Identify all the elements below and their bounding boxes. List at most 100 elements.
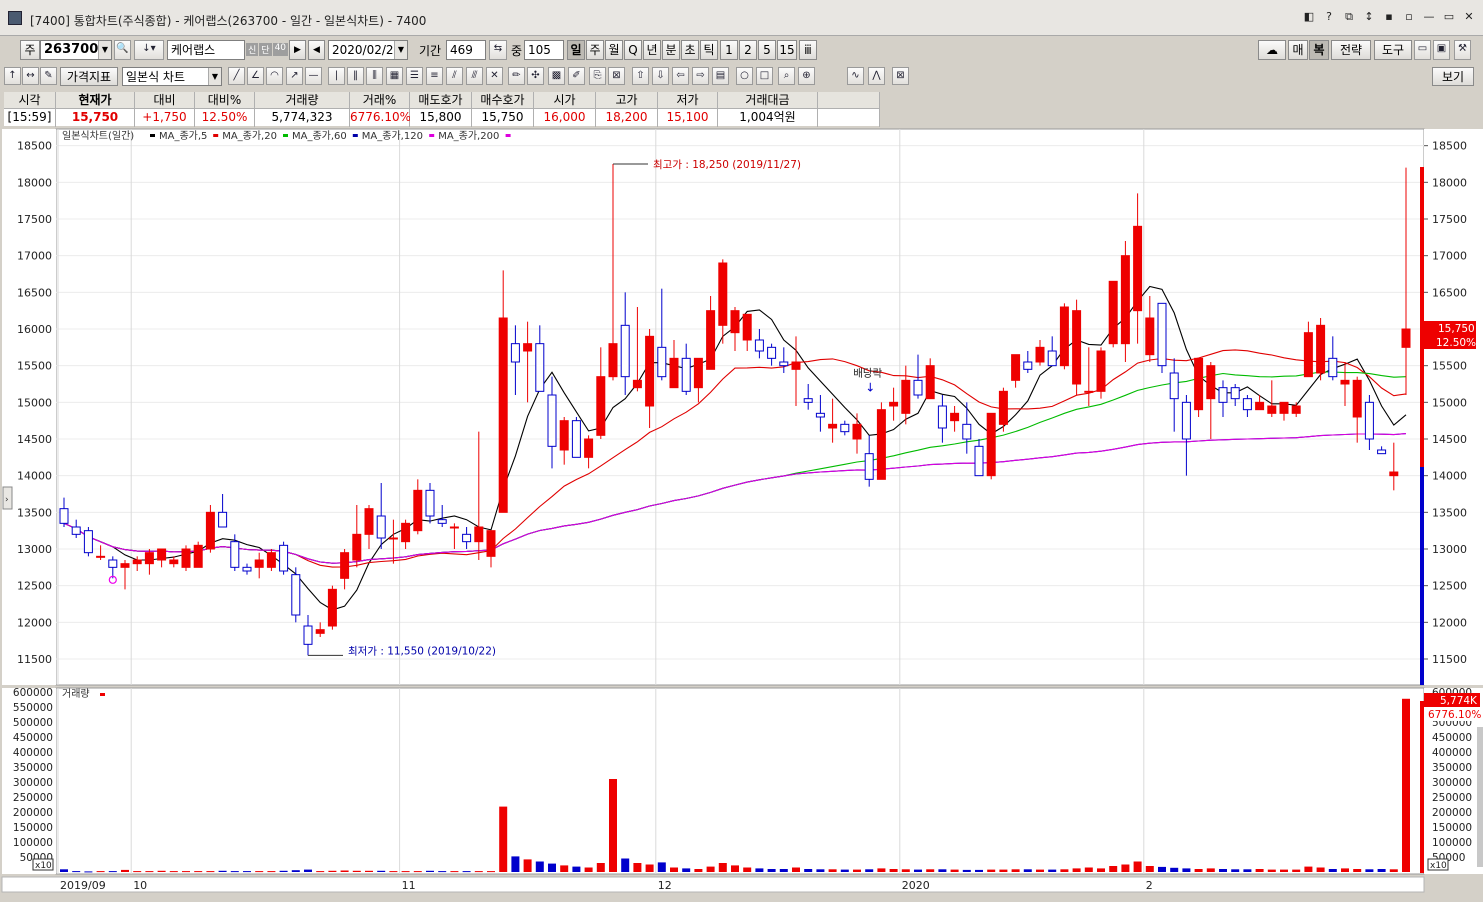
overlap-input[interactable]: 105 [524, 40, 564, 60]
next-arrow-icon[interactable]: ▶ [289, 40, 306, 60]
chart-area[interactable]: › 11500 11500 12000 12000 12500 12500 13000 130… [0, 127, 1483, 902]
view-button[interactable]: 보기 [1432, 67, 1474, 86]
candle-body [632, 379, 642, 389]
window-control-6[interactable]: — [1421, 9, 1437, 25]
candle-body [1059, 306, 1069, 367]
timeframe-minute[interactable]: 분 [662, 40, 680, 60]
zoom-icon[interactable]: ⌕ [778, 67, 795, 85]
timeframe-5[interactable]: 5 [758, 40, 776, 60]
parallel-icon[interactable]: ⫻ [466, 67, 483, 85]
prev-arrow-icon[interactable]: ◀ [308, 40, 325, 60]
app-icon[interactable] [8, 11, 22, 25]
price-tick-left: 18500 [17, 140, 52, 153]
copy-icon[interactable]: ⎘ [589, 67, 606, 85]
stock-name-field[interactable]: 케어랩스 [167, 40, 245, 60]
crosshair-icon[interactable]: ✣ [527, 67, 544, 85]
expand-icon[interactable]: ↔ [22, 67, 39, 85]
indicator-button[interactable]: 가격지표 [60, 67, 118, 86]
fibo-retrace-icon[interactable]: ☰ [406, 67, 423, 85]
candle-body [425, 489, 435, 517]
timeframe-tick[interactable]: 틱 [700, 40, 718, 60]
period-stepper-icon[interactable]: ⇆ [489, 40, 507, 60]
date-input[interactable]: 2020/02/25 ▼ [328, 40, 408, 60]
legend-swatch [352, 134, 358, 137]
horizontal-line-icon[interactable]: — [305, 67, 322, 85]
multi-button[interactable]: 복 [1309, 40, 1329, 60]
candlestick-chart[interactable]: › 11500 11500 12000 12000 12500 12500 13000 130… [0, 127, 1483, 902]
pencil-icon[interactable]: ✏ [508, 67, 525, 85]
timeframe-year[interactable]: 년 [643, 40, 661, 60]
timeframe-2[interactable]: 2 [739, 40, 757, 60]
chevron-down-icon[interactable]: ▼ [98, 41, 111, 59]
stock-code-input[interactable]: 263700 ▼ [40, 40, 112, 60]
candle-body [449, 526, 459, 529]
window-control-0[interactable]: ◧ [1301, 9, 1317, 25]
arrow-down-icon[interactable]: ⇩ [652, 67, 669, 85]
grid-icon[interactable]: ▦ [386, 67, 403, 85]
tools-button[interactable]: 도구 [1374, 40, 1412, 60]
fibo-fan-icon[interactable]: ≡ [426, 67, 443, 85]
window-control-3[interactable]: ↕ [1361, 9, 1377, 25]
date-tick-label: 2019/09 [60, 879, 106, 892]
window-controls: ◧ ? ⧉ ↕ ▪ ▫ — ▭ ✕ [1301, 9, 1477, 25]
window-control-7[interactable]: ▭ [1441, 9, 1457, 25]
chart-type-select[interactable]: 일본식 차트 ▼ [122, 67, 222, 86]
cloud-icon[interactable]: ☁ [1258, 40, 1286, 60]
gann-icon[interactable]: ✕ [486, 67, 503, 85]
trendline-icon[interactable]: ╱ [228, 67, 245, 85]
calendar-dropdown-icon[interactable]: ▼ [394, 41, 407, 59]
market-select[interactable]: 주 [20, 40, 40, 60]
arrow-right-icon[interactable]: ⇨ [692, 67, 709, 85]
expand-arrow-icon[interactable]: › [5, 495, 9, 505]
price-tick-right: 17000 [1432, 250, 1467, 263]
search-icon[interactable]: 🔍 [114, 40, 131, 60]
chart-type-dropdown-icon[interactable]: ▼ [208, 68, 221, 85]
annotation-high: 최고가 : 18,250 (2019/11/27) [653, 159, 801, 171]
timeframe-quarter[interactable]: Q [624, 40, 642, 60]
timeframe-day[interactable]: 일 [567, 40, 585, 60]
timeframe-15[interactable]: 15 [777, 40, 797, 60]
clear-icon[interactable]: ⊠ [892, 67, 909, 85]
delete-icon[interactable]: ⊠ [608, 67, 625, 85]
timeframe-second[interactable]: 초 [681, 40, 699, 60]
timeframe-custom-icon[interactable]: ⅲ [799, 40, 817, 60]
window-control-2[interactable]: ⧉ [1341, 9, 1357, 25]
window-control-1[interactable]: ? [1321, 9, 1337, 25]
color-icon[interactable]: ▩ [548, 67, 565, 85]
edit-icon[interactable]: ✎ [40, 67, 57, 85]
buy-button[interactable]: 매 [1288, 40, 1308, 60]
save-icon[interactable]: ▣ [1433, 40, 1450, 60]
folder-icon[interactable]: ▭ [1414, 40, 1431, 60]
timeframe-month[interactable]: 월 [605, 40, 623, 60]
vertical-line-icon[interactable]: | [328, 67, 345, 85]
cross-line-icon[interactable]: ‖ [347, 67, 364, 85]
note-icon[interactable]: ▤ [712, 67, 729, 85]
window-control-8[interactable]: ✕ [1461, 9, 1477, 25]
arrow-left-icon[interactable]: ⇦ [672, 67, 689, 85]
history-dropdown-icon[interactable]: ↓▾ [134, 40, 164, 60]
timeframe-1[interactable]: 1 [720, 40, 738, 60]
wrench-icon[interactable]: ⚒ [1454, 40, 1471, 60]
annotation-low: 최저가 : 11,550 (2019/10/22) [348, 645, 496, 657]
arc-icon[interactable]: ◠ [266, 67, 283, 85]
volume-bar [914, 869, 922, 872]
window-control-4[interactable]: ▪ [1381, 9, 1397, 25]
price-tick-right: 11500 [1432, 653, 1467, 666]
volume-scrollbar[interactable] [1477, 727, 1483, 867]
rectangle-icon[interactable]: □ [756, 67, 773, 85]
window-control-5[interactable]: ▫ [1401, 9, 1417, 25]
period-input[interactable]: 469 [446, 40, 486, 60]
angle-line-icon[interactable]: ∠ [247, 67, 264, 85]
ray-icon[interactable]: ↗ [286, 67, 303, 85]
brush-icon[interactable]: ✐ [568, 67, 585, 85]
timeframe-week[interactable]: 주 [586, 40, 604, 60]
magnifier-icon[interactable]: ⊕ [798, 67, 815, 85]
wave-icon[interactable]: ∿ [847, 67, 864, 85]
circle-icon[interactable]: ○ [736, 67, 753, 85]
arrow-up-icon[interactable]: ⇧ [632, 67, 649, 85]
scroll-up-icon[interactable]: ↑ [4, 67, 21, 85]
fibo-time-icon[interactable]: ⫼ [366, 67, 383, 85]
channel-icon[interactable]: ⫽ [446, 67, 463, 85]
pattern-icon[interactable]: ⋀ [868, 67, 885, 85]
strategy-button[interactable]: 전략 [1331, 40, 1371, 60]
